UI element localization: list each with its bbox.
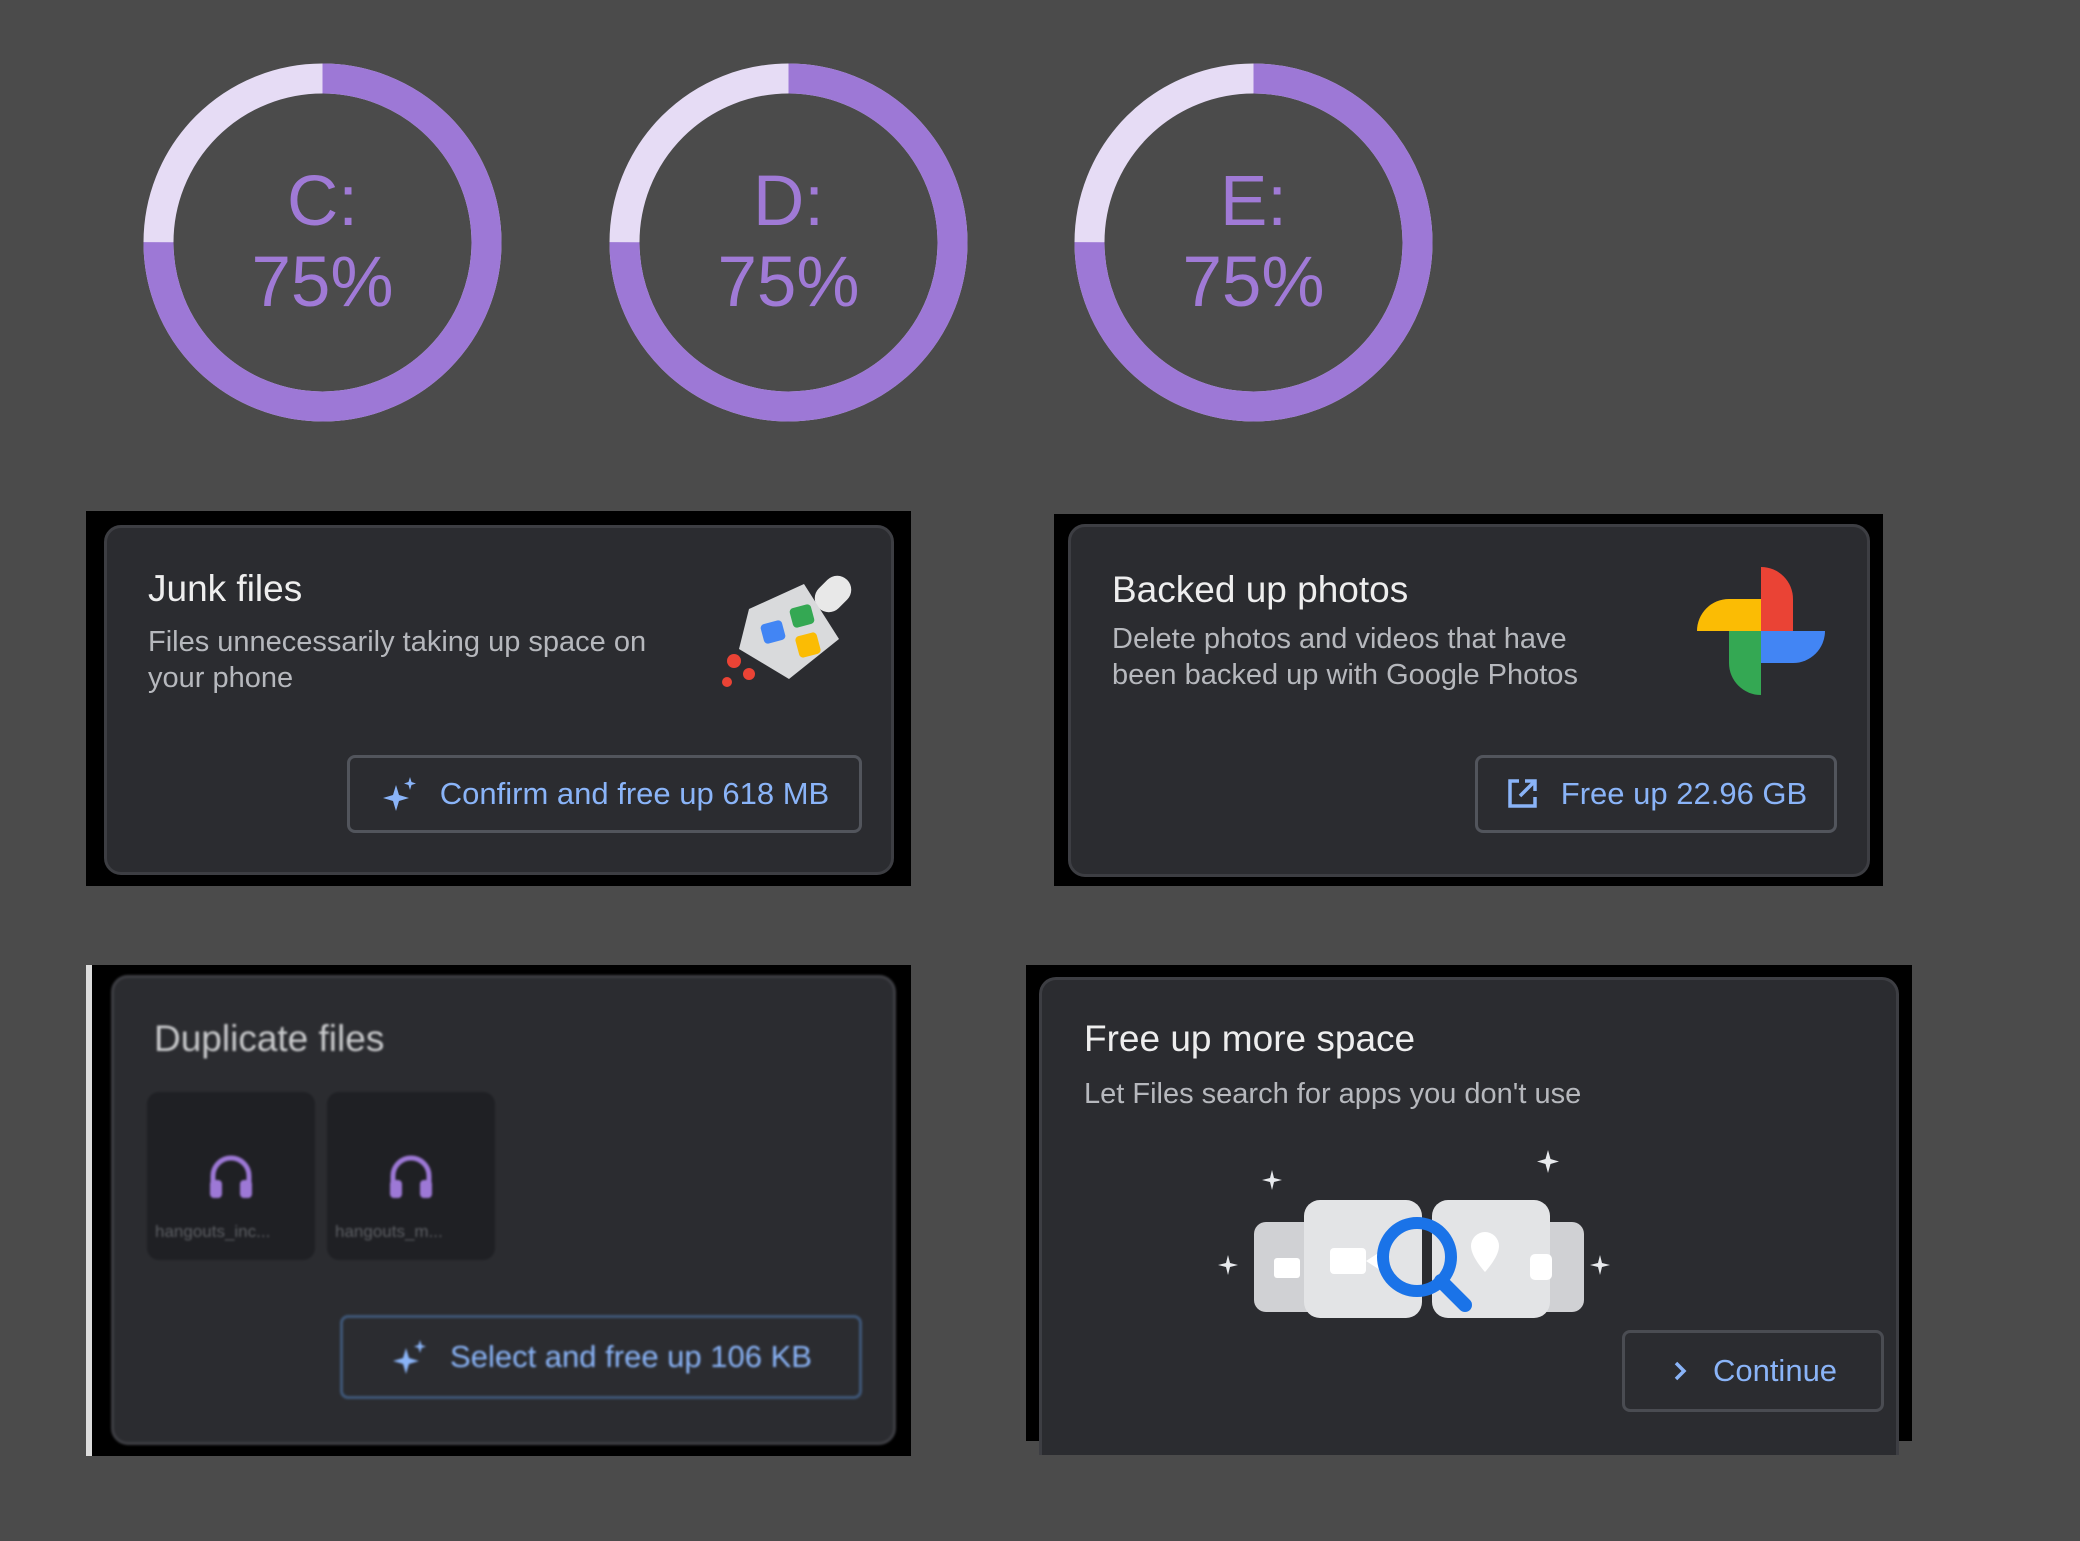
- drive-usage-ring: E: 75%: [1068, 57, 1439, 428]
- button-label: Confirm and free up 618 MB: [439, 776, 830, 811]
- app-search-illustration: [1218, 1150, 1610, 1318]
- button-label: Continue: [1712, 1353, 1838, 1388]
- backed-up-photos-frame: Backed up photos Delete photos and video…: [1054, 514, 1883, 886]
- broom-dustpan-icon: [722, 575, 852, 687]
- drive-usage-ring: C: 75%: [137, 57, 508, 428]
- card-title: Duplicate files: [154, 1018, 385, 1059]
- card-title: Backed up photos: [1112, 569, 1409, 610]
- junk-files-frame: Junk files Files unnecessarily taking up…: [86, 511, 911, 886]
- drive-label: C:: [287, 162, 358, 242]
- drive-percent: 75%: [251, 242, 394, 322]
- duplicate-file-tile[interactable]: hangouts_inc...: [147, 1092, 315, 1260]
- headphones-icon: [210, 1155, 252, 1198]
- sparkle-icon: [393, 1340, 427, 1374]
- drive-percent: 75%: [717, 242, 860, 322]
- card-description: Delete photos and videos that have been …: [1112, 623, 1578, 691]
- free-up-more-space-card: Free up more space Let Files search for …: [1039, 977, 1899, 1455]
- button-label: Select and free up 106 KB: [450, 1339, 812, 1374]
- headphones-icon: [390, 1155, 432, 1198]
- card-title: Free up more space: [1084, 1018, 1416, 1059]
- duplicate-file-tile[interactable]: hangouts_m...: [327, 1092, 495, 1260]
- duplicate-files-frame: Duplicate files hangouts_inc... hangouts…: [86, 965, 911, 1456]
- file-name: hangouts_inc...: [155, 1222, 271, 1241]
- sparkle-icon: [382, 777, 416, 811]
- confirm-free-up-button[interactable]: Confirm and free up 618 MB: [347, 755, 862, 833]
- free-up-more-space-frame: Free up more space Let Files search for …: [1026, 965, 1912, 1455]
- duplicate-files-card: Duplicate files hangouts_inc... hangouts…: [111, 975, 896, 1445]
- chevron-right-icon: [1674, 1361, 1687, 1381]
- drive-label: D:: [753, 162, 824, 242]
- drive-usage-ring: D: 75%: [603, 57, 974, 428]
- card-description: Files unnecessarily taking up space on y…: [148, 626, 647, 694]
- backed-up-photos-card: Backed up photos Delete photos and video…: [1068, 524, 1870, 877]
- card-title: Junk files: [148, 568, 303, 609]
- card-description: Let Files search for apps you don't use: [1084, 1078, 1582, 1110]
- junk-files-card: Junk files Files unnecessarily taking up…: [104, 525, 894, 875]
- file-name: hangouts_m...: [335, 1222, 443, 1241]
- drive-label: E:: [1219, 162, 1288, 242]
- google-photos-pinwheel-icon: [1697, 567, 1825, 695]
- select-free-up-button[interactable]: Select and free up 106 KB: [340, 1315, 862, 1399]
- drive-percent: 75%: [1182, 242, 1325, 322]
- frame-edge: [86, 965, 92, 1456]
- continue-button[interactable]: Continue: [1622, 1330, 1884, 1412]
- free-up-photos-button[interactable]: Free up 22.96 GB: [1475, 755, 1837, 833]
- open-external-icon: [1508, 779, 1537, 808]
- button-label: Free up 22.96 GB: [1560, 776, 1808, 811]
